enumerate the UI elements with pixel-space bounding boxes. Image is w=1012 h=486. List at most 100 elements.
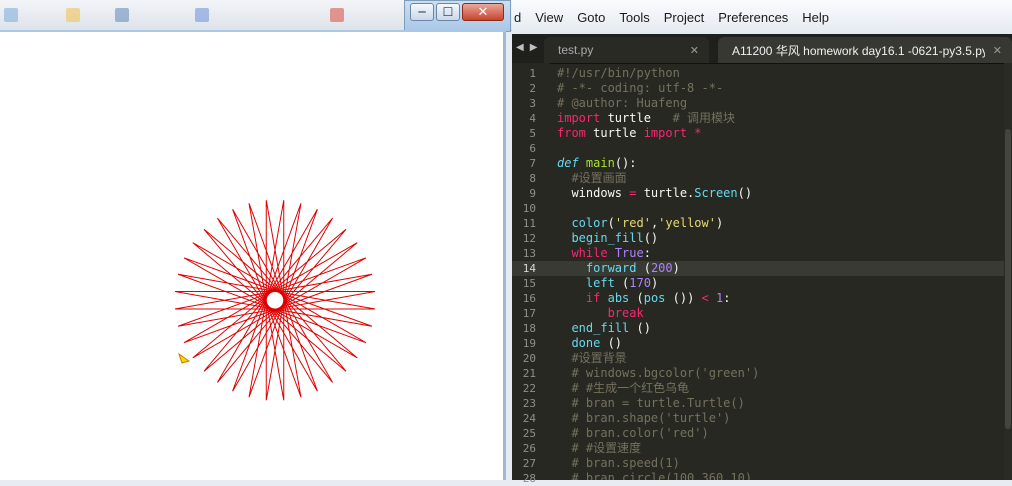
line-number: 6 <box>529 142 536 155</box>
code-token: 200 <box>650 261 673 275</box>
code-token: ) <box>715 216 724 230</box>
code-line: while True: <box>550 246 1012 261</box>
window-titlebar[interactable]: ─ ☐ ✕ <box>404 0 511 32</box>
code-token: # bran.color('red') <box>557 426 709 440</box>
code-line: begin_fill() <box>550 231 1012 246</box>
code-token: # windows.bgcolor('green') <box>557 366 760 380</box>
code-line: #设置背景 <box>550 351 1012 366</box>
code-line: color('red','yellow') <box>550 216 1012 231</box>
code-token: # #生成一个红色乌龟 <box>557 381 690 395</box>
line-number: 22 <box>522 382 536 395</box>
code-token: 170 <box>629 276 651 290</box>
code-token: # -*- coding: utf-8 -*- <box>557 81 724 95</box>
code-token: color <box>571 216 608 230</box>
menu-item-help[interactable]: Help <box>795 10 836 25</box>
code-token: left <box>585 276 615 290</box>
code-area[interactable]: #!/usr/bin/python # -*- coding: utf-8 -*-… <box>550 63 1012 480</box>
code-line: # windows.bgcolor('green') <box>550 366 1012 381</box>
code-token: import <box>557 111 601 125</box>
line-number: 12 <box>522 232 536 245</box>
code-token: ()) <box>665 291 702 305</box>
code-token: import <box>643 126 688 140</box>
code-line: # bran = turtle.Turtle() <box>550 396 1012 411</box>
code-token: () <box>643 231 659 245</box>
code-token: ) <box>650 276 659 290</box>
code-token: 'yellow' <box>658 216 716 230</box>
line-number: 9 <box>529 187 536 200</box>
code-line: # #生成一个红色乌龟 <box>550 381 1012 396</box>
tab-close-icon[interactable]: ✕ <box>993 44 1002 57</box>
menu-item-view[interactable]: View <box>528 10 570 25</box>
line-number: 21 <box>522 367 536 380</box>
menu-item-tools[interactable]: Tools <box>612 10 656 25</box>
line-number: 25 <box>522 427 536 440</box>
code-token: abs <box>607 291 630 305</box>
code-token: 'red' <box>614 216 651 230</box>
minimize-button[interactable]: ─ <box>410 3 434 21</box>
code-token: begin_fill <box>571 231 644 245</box>
tab-label: A11200 华风 homework day16.1 -0621-py3.5.p… <box>732 43 985 58</box>
tab-label: test.py <box>558 43 594 57</box>
code-token: ( <box>607 216 615 230</box>
code-token: True <box>614 246 644 260</box>
line-number: 19 <box>522 337 536 350</box>
code-token: ( <box>614 276 630 290</box>
maximize-button[interactable]: ☐ <box>436 3 460 21</box>
line-number: 15 <box>522 277 536 290</box>
line-number: 17 <box>522 307 536 320</box>
code-token: turtle <box>600 111 673 125</box>
line-number: 8 <box>529 172 536 185</box>
line-number: 28 <box>522 472 536 485</box>
code-token: end_fill <box>571 321 630 335</box>
code-token: () <box>629 321 651 335</box>
code-token: main <box>585 156 615 170</box>
minimize-icon: ─ <box>418 5 426 19</box>
menu-item-preferences[interactable]: Preferences <box>711 10 795 25</box>
code-token: #设置画面 <box>557 171 627 185</box>
code-token: ) <box>672 261 680 275</box>
line-number: 3 <box>529 97 536 110</box>
nav-forward-icon[interactable]: ▶ <box>530 42 538 53</box>
line-number: 13 <box>522 247 536 260</box>
scrollbar-thumb[interactable] <box>1005 129 1011 429</box>
code-token: < <box>701 291 709 305</box>
code-token: from <box>557 126 586 140</box>
code-token: # bran.speed(1) <box>557 456 680 470</box>
close-button[interactable]: ✕ <box>462 3 504 21</box>
code-token: ( <box>636 261 651 275</box>
menu-item-partial[interactable]: d <box>512 10 528 25</box>
code-token: Screen <box>694 186 738 200</box>
code-line: #!/usr/bin/python <box>550 66 1012 81</box>
line-number-gutter: 1 2 3 4 5 6 7 8 9 10 11 12 13 14 15 16 17 18 19 20 21 22 23 24 2… <box>512 63 550 485</box>
line-number: 7 <box>529 157 536 170</box>
code-line: from turtle import * <box>550 126 1012 141</box>
nav-back-icon[interactable]: ◀ <box>516 42 524 53</box>
line-number: 14 <box>512 261 550 276</box>
code-token: windows <box>557 186 630 200</box>
tab-test-py[interactable]: test.py ✕ <box>544 37 709 63</box>
line-number: 2 <box>529 82 536 95</box>
vertical-scrollbar[interactable] <box>1004 63 1012 480</box>
code-token: () <box>737 186 753 200</box>
code-line: windows = turtle.Screen() <box>550 186 1012 201</box>
line-number: 20 <box>522 352 536 365</box>
code-line: forward (200) <box>550 261 1012 276</box>
menu-item-project[interactable]: Project <box>657 10 711 25</box>
tab-close-icon[interactable]: ✕ <box>690 44 699 57</box>
menu-item-goto[interactable]: Goto <box>570 10 612 25</box>
tab-homework-file[interactable]: A11200 华风 homework day16.1 -0621-py3.5.p… <box>718 37 1012 63</box>
code-line: def main(): <box>550 156 1012 171</box>
code-token: # #设置速度 <box>557 441 642 455</box>
code-token: # bran.circle(100,360,10) <box>557 471 753 480</box>
code-line: # bran.shape('turtle') <box>550 411 1012 426</box>
